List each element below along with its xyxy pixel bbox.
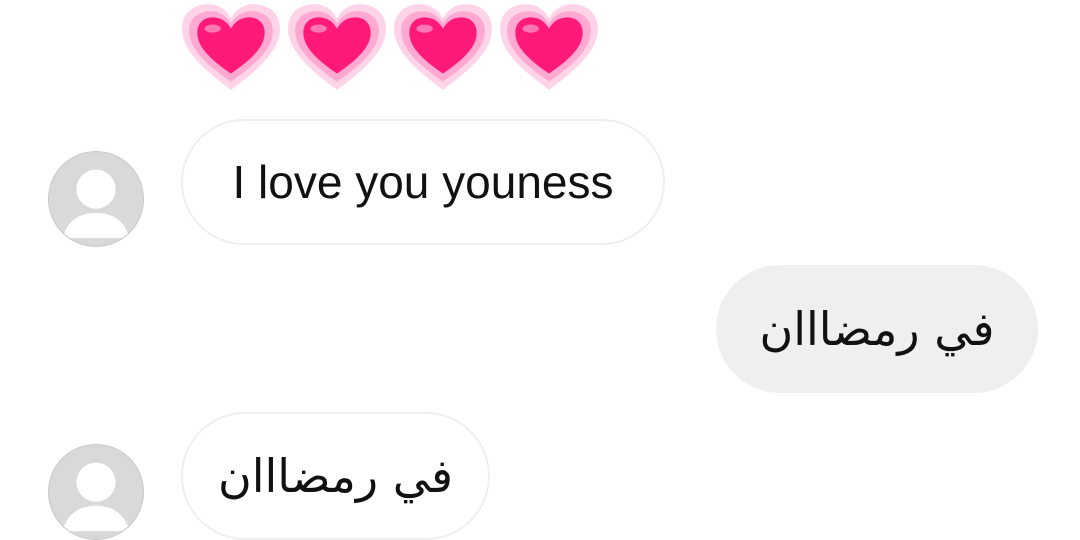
pink-heart-icon bbox=[182, 4, 280, 90]
pink-heart-icon bbox=[288, 4, 386, 90]
message-text: I love you youness bbox=[232, 156, 614, 208]
message-text: في رمضااان bbox=[217, 449, 454, 503]
sender-avatar[interactable] bbox=[48, 151, 144, 247]
default-profile-avatar-icon bbox=[62, 462, 130, 532]
message-text: في رمضااان bbox=[759, 302, 995, 356]
outgoing-message-bubble[interactable]: في رمضااان bbox=[716, 265, 1038, 393]
incoming-message-bubble[interactable]: I love you youness bbox=[181, 119, 665, 245]
sender-avatar[interactable] bbox=[48, 444, 144, 540]
heart-reaction-row bbox=[180, 2, 600, 94]
default-profile-avatar-icon bbox=[62, 169, 130, 239]
pink-heart-icon bbox=[394, 4, 492, 90]
pink-heart-icon bbox=[500, 4, 598, 90]
incoming-message-bubble[interactable]: في رمضااان bbox=[181, 412, 490, 540]
